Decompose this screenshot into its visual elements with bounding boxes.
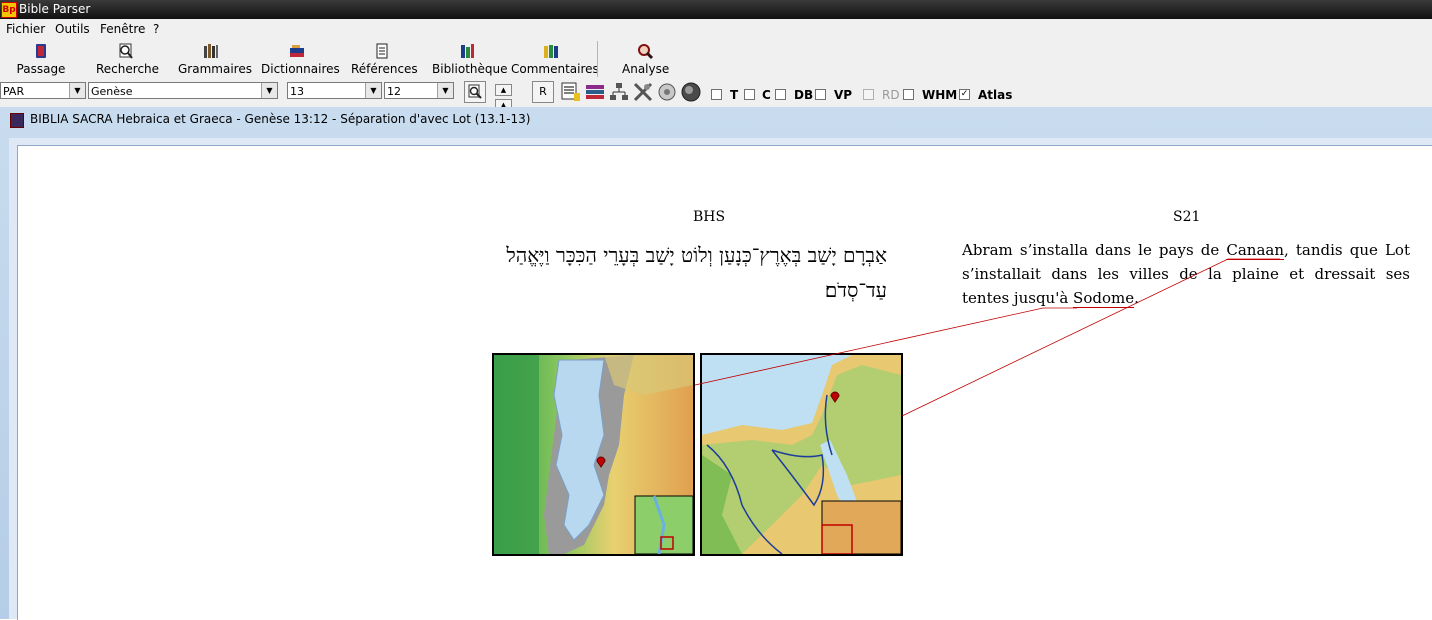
canaan-connector-line — [901, 258, 1280, 417]
map-connector-lines — [694, 258, 1280, 417]
sodome-connector-line — [694, 307, 1077, 386]
